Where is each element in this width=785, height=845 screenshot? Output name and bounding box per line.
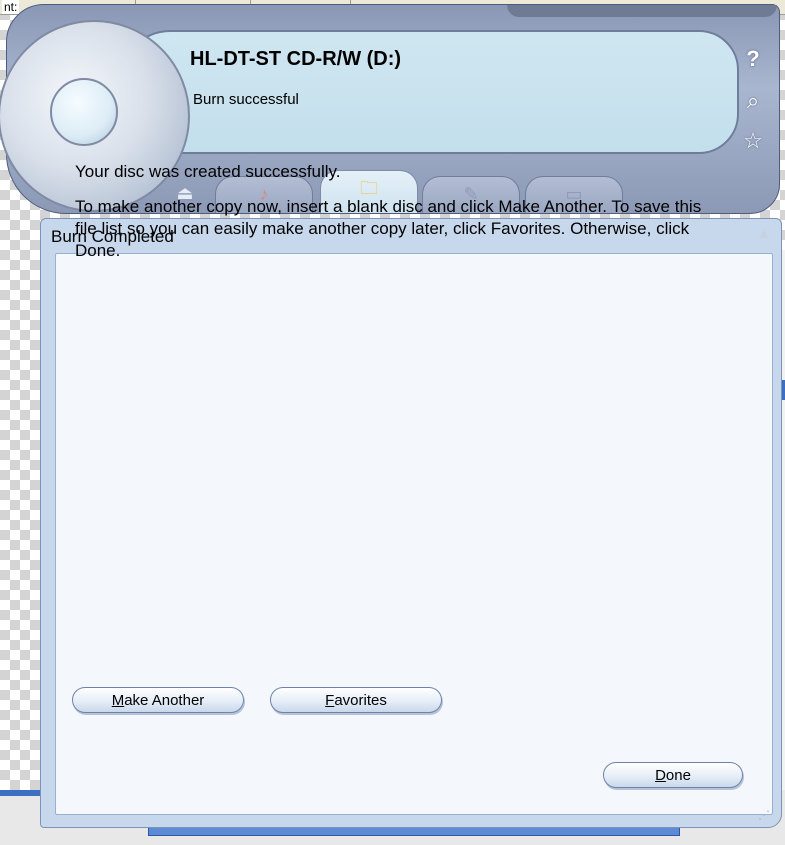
title-controls	[507, 5, 777, 17]
make-another-button[interactable]: Make Another	[72, 687, 244, 713]
resize-grip-icon[interactable]: ⋰	[758, 808, 770, 822]
disc-hub	[50, 78, 118, 146]
collapse-icon[interactable]: ▲	[757, 225, 771, 241]
burn-status: Burn successful	[193, 91, 299, 108]
done-label: one	[665, 767, 691, 784]
make-another-accel: M	[111, 692, 125, 709]
help-icon[interactable]: ?	[740, 46, 766, 72]
favorites-accel: F	[325, 692, 335, 709]
background-label: nt:	[2, 0, 20, 14]
burn-completed-panel: Burn Completed ▲	[40, 218, 782, 828]
star-icon[interactable]: ☆	[740, 128, 766, 154]
done-accel: D	[655, 767, 666, 784]
search-icon[interactable]: ⌕	[740, 88, 766, 114]
done-button[interactable]: Done	[603, 762, 743, 788]
instructions-message: To make another copy now, insert a blank…	[75, 197, 702, 260]
favorites-button[interactable]: Favorites	[270, 687, 442, 713]
drive-name: HL-DT-ST CD-R/W (D:)	[190, 48, 402, 70]
panel-body	[55, 253, 773, 815]
favorites-label: avorites	[334, 692, 387, 709]
make-another-label: ake Another	[124, 692, 205, 709]
background-window-bottom-bar	[0, 790, 40, 796]
success-message: Your disc was created successfully.	[75, 162, 341, 181]
